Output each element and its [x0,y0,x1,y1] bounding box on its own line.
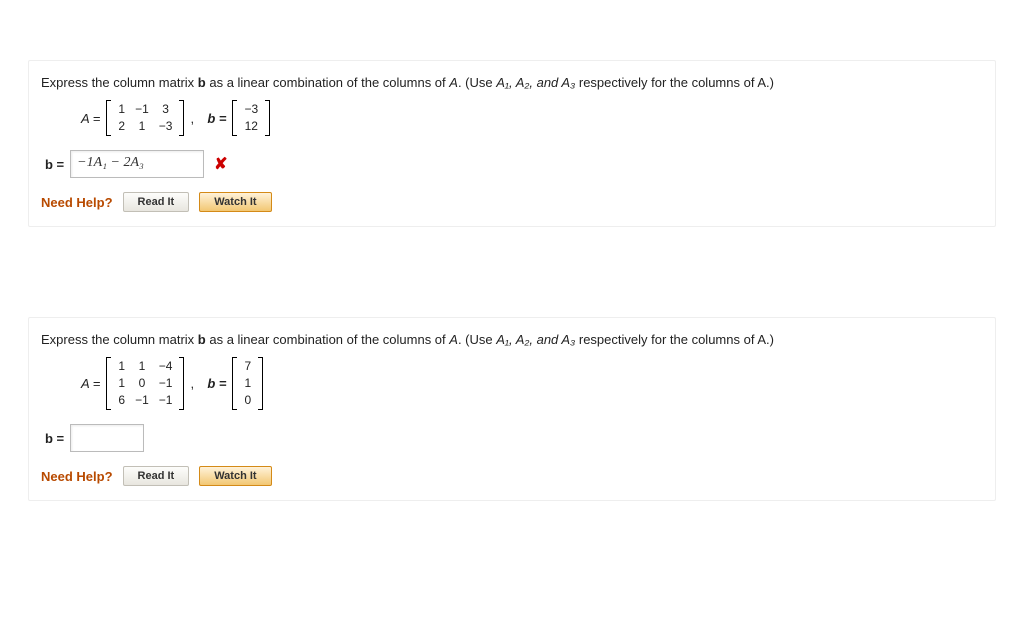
matrix-A: 1−13 21−3 [106,100,184,136]
matrix-A-label: A = [81,111,100,126]
vector-b: 7 1 0 [232,357,263,410]
separator-comma: , [190,376,201,391]
question-2: Express the column matrix b as a linear … [28,317,996,501]
question-2-prompt: Express the column matrix b as a linear … [41,332,983,347]
watch-it-button[interactable]: Watch It [199,192,271,212]
watch-it-button[interactable]: Watch It [199,466,271,486]
answer-input[interactable] [70,424,144,452]
separator-comma: , [190,111,201,126]
vector-b: −3 12 [232,100,270,136]
help-row: Need Help? Read It Watch It [41,466,983,486]
question-1-given: A = 1−13 21−3 , b = −3 12 [81,100,983,136]
incorrect-icon: ✘ [214,154,227,174]
help-row: Need Help? Read It Watch It [41,192,983,212]
question-1: Express the column matrix b as a linear … [28,60,996,227]
answer-label: b = [45,157,64,172]
need-help-label: Need Help? [41,469,113,484]
vector-b-label: b = [207,111,226,126]
question-1-answer-row: b = −1A₁ − 2A₃ ✘ [45,150,983,178]
question-1-prompt: Express the column matrix b as a linear … [41,75,983,90]
answer-label: b = [45,431,64,446]
need-help-label: Need Help? [41,195,113,210]
answer-input[interactable]: −1A₁ − 2A₃ [70,150,204,178]
read-it-button[interactable]: Read It [123,192,190,212]
page: Express the column matrix b as a linear … [0,0,1024,631]
matrix-A: 11−4 10−1 6−1−1 [106,357,184,410]
read-it-button[interactable]: Read It [123,466,190,486]
matrix-A-label: A = [81,376,100,391]
vector-b-label: b = [207,376,226,391]
question-2-given: A = 11−4 10−1 6−1−1 , b = 7 1 0 [81,357,983,410]
question-2-answer-row: b = [45,424,983,452]
